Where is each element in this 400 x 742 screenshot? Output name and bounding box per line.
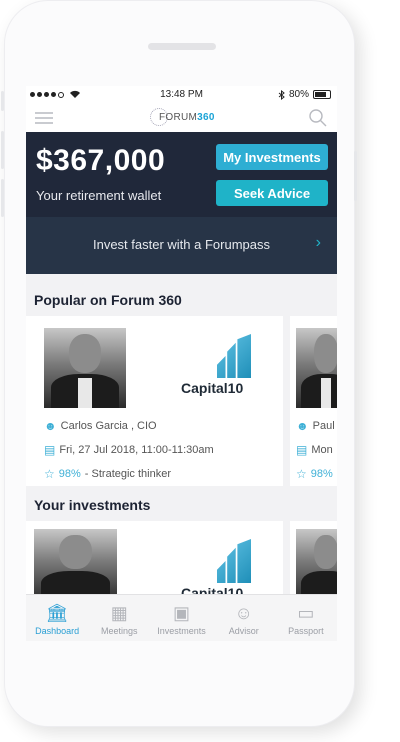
advisor-name: Paul	[312, 420, 335, 432]
meeting-date: Mon	[311, 444, 333, 456]
bank-icon: 🏛	[45, 603, 69, 623]
phone-speaker	[148, 43, 216, 50]
seek-advice-button[interactable]: Seek Advice	[216, 180, 328, 206]
advisor-tagline: - Strategic thinker	[84, 468, 171, 480]
bottom-tab-bar: 🏛 Dashboard ▦ Meetings ▣ Investments ☺ A…	[26, 594, 337, 641]
calendar-icon: ▦	[110, 603, 128, 623]
menu-icon[interactable]	[35, 112, 53, 124]
battery-icon	[313, 90, 331, 99]
my-investments-button[interactable]: My Investments	[216, 144, 328, 170]
forumpass-text: Invest faster with a Forumpass	[92, 237, 270, 252]
person-icon: ☻	[296, 419, 309, 433]
tab-passport[interactable]: ▭ Passport	[275, 595, 337, 641]
battery-percent: 80%	[288, 89, 309, 100]
phone-frame: 13:48 PM 80% FORUM 360 $367,000 Your reti…	[1, 0, 357, 727]
meeting-date: Fri, 27 Jul 2018, 11:00-11:30am	[59, 444, 214, 456]
side-button	[1, 179, 4, 217]
wallet-summary: $367,000 Your retirement wallet My Inves…	[26, 132, 337, 217]
side-button	[1, 131, 4, 169]
popular-heading: Popular on Forum 360	[34, 292, 182, 308]
bluetooth-icon	[278, 89, 285, 100]
app-screen: 13:48 PM 80% FORUM 360 $367,000 Your reti…	[26, 86, 337, 641]
investor-photo	[296, 529, 337, 601]
capital10-logo: Capital10	[181, 539, 251, 601]
capital10-logo: Capital10	[181, 334, 251, 396]
side-button	[1, 91, 4, 111]
chart-icon: ▣	[173, 603, 191, 623]
side-button	[354, 151, 357, 201]
forum360-logo: FORUM 360	[150, 108, 215, 126]
advisor-card[interactable]: ☻ Paul ▤ Mon ☆ 98%	[290, 316, 337, 486]
tab-advisor[interactable]: ☺ Advisor	[213, 595, 275, 641]
calendar-icon: ▤	[44, 443, 56, 457]
wallet-label: Your retirement wallet	[36, 188, 162, 203]
investment-card[interactable]: Capital10	[26, 521, 283, 601]
nav-bar: FORUM 360	[26, 102, 337, 132]
star-icon: ☆	[296, 467, 307, 481]
calendar-icon: ▤	[296, 443, 308, 457]
advisor-photo	[44, 328, 126, 408]
tab-dashboard[interactable]: 🏛 Dashboard	[26, 595, 88, 641]
passport-icon: ▭	[297, 603, 315, 623]
status-bar: 13:48 PM 80%	[26, 86, 337, 102]
tab-meetings[interactable]: ▦ Meetings	[88, 595, 150, 641]
advisor-photo	[296, 328, 337, 408]
investor-photo	[34, 529, 117, 601]
advisor-name: Carlos Garcia , CIO	[60, 420, 157, 432]
search-icon[interactable]	[308, 108, 328, 128]
wallet-amount: $367,000	[36, 144, 166, 177]
chevron-right-icon: ›	[315, 234, 321, 251]
advisor-card[interactable]: Capital10 ☻ Carlos Garcia , CIO ▤ Fri, 2…	[26, 316, 283, 486]
tab-investments[interactable]: ▣ Investments	[150, 595, 212, 641]
forumpass-banner[interactable]: Invest faster with a Forumpass ›	[26, 217, 337, 274]
rating-percent: 98%	[58, 468, 81, 480]
star-icon: ☆	[44, 467, 55, 481]
investment-card[interactable]	[290, 521, 337, 601]
person-icon: ☻	[44, 419, 57, 433]
person-icon: ☺	[234, 603, 253, 623]
investments-heading: Your investments	[34, 497, 151, 513]
rating-percent: 98%	[310, 468, 333, 480]
